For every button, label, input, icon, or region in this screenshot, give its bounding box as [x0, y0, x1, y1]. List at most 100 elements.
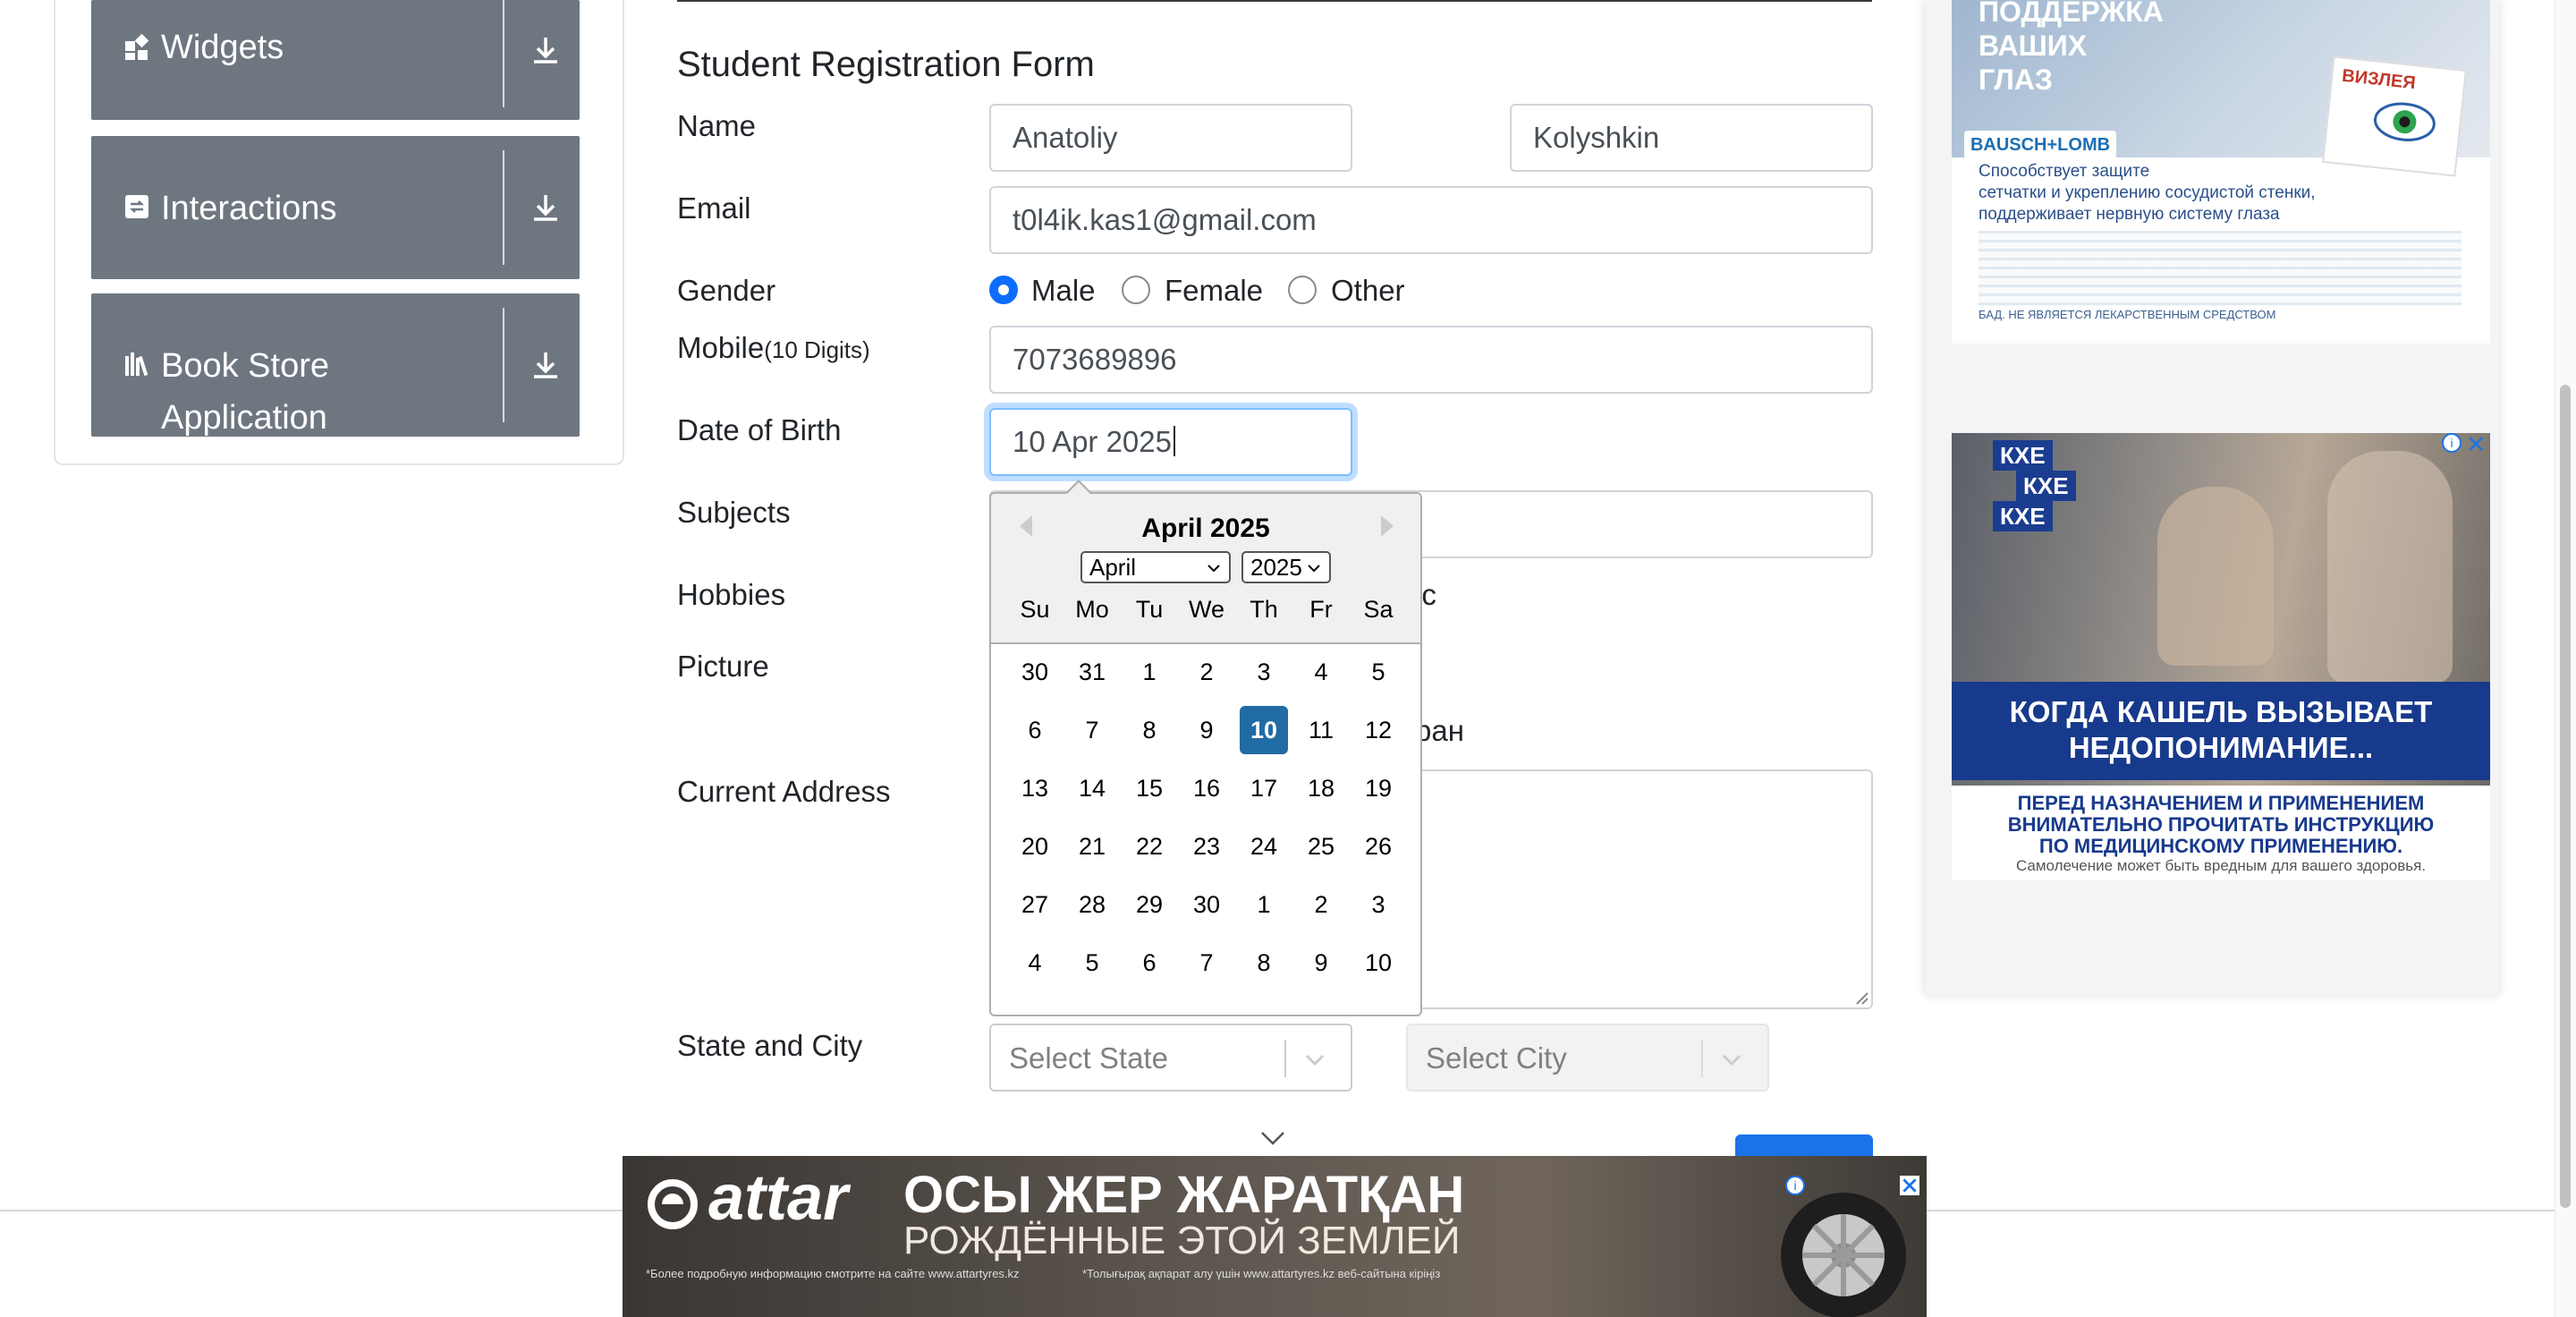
ad-headline-line: НЕДОПОНИМАНИЕ... — [2068, 731, 2374, 764]
calendar-day[interactable]: 11 — [1297, 706, 1345, 754]
calendar-day[interactable]: 30 — [1011, 648, 1059, 696]
calendar-day[interactable]: 1 — [1125, 648, 1174, 696]
calendar-day[interactable]: 4 — [1011, 939, 1059, 987]
bookstore-icon — [125, 353, 148, 377]
calendar-day[interactable]: 26 — [1354, 822, 1402, 871]
calendar-day[interactable]: 6 — [1011, 706, 1059, 754]
resize-handle-icon[interactable] — [1853, 990, 1869, 1006]
year-select[interactable]: 2025 — [1241, 551, 1331, 583]
sidebar-group-widgets[interactable]: Widgets — [91, 0, 580, 120]
calendar-day[interactable]: 8 — [1240, 939, 1288, 987]
next-month-icon[interactable] — [1381, 515, 1394, 537]
calendar-day[interactable]: 13 — [1011, 764, 1059, 812]
ad-body: ПЕРЕД НАЗНАЧЕНИЕМ И ПРИМЕНЕНИЕМ ВНИМАТЕЛ… — [1952, 793, 2490, 857]
calendar-day[interactable]: 24 — [1240, 822, 1288, 871]
calendar-day[interactable]: 30 — [1182, 880, 1231, 929]
calendar-day[interactable]: 1 — [1240, 880, 1288, 929]
calendar-day[interactable]: 14 — [1068, 764, 1116, 812]
ad-headline-line: ГЛАЗ — [1979, 64, 2053, 96]
calendar-day[interactable]: 19 — [1354, 764, 1402, 812]
divider — [503, 308, 504, 422]
calendar-day[interactable]: 7 — [1068, 706, 1116, 754]
scrollbar-thumb[interactable] — [2560, 385, 2571, 1208]
calendar-day[interactable]: 6 — [1125, 939, 1174, 987]
mobile-label-text: Mobile — [677, 331, 765, 364]
brand-logo: BAUSCH+LOMB — [1964, 131, 2116, 159]
ad-body-line: ВНИМАТЕЛЬНО ПРОЧИТАТЬ ИНСТРУКЦИЮ — [2007, 813, 2435, 836]
state-placeholder: Select State — [1009, 1041, 1168, 1075]
ad-banner-tyres[interactable]: attar ОСЫ ЖЕР ЖАРАТҚАН РОЖДЁННЫЕ ЭТОЙ ЗЕ… — [623, 1156, 1927, 1317]
gender-other-label[interactable]: Other — [1331, 274, 1405, 308]
gender-female-radio[interactable] — [1122, 276, 1150, 304]
calendar-day[interactable]: 22 — [1125, 822, 1174, 871]
gender-female-label[interactable]: Female — [1165, 274, 1263, 308]
download-icon[interactable] — [530, 191, 562, 224]
download-icon[interactable] — [530, 34, 562, 66]
calendar-day[interactable]: 10 — [1354, 939, 1402, 987]
datepicker-month-title: April 2025 — [1141, 514, 1270, 543]
gender-male-label[interactable]: Male — [1031, 274, 1096, 308]
calendar-day[interactable]: 5 — [1068, 939, 1116, 987]
first-name-input[interactable]: Anatoliy — [989, 104, 1352, 172]
state-select[interactable]: Select State — [989, 1024, 1352, 1092]
calendar-day[interactable]: 16 — [1182, 764, 1231, 812]
sidebar-group-interactions[interactable]: Interactions — [91, 136, 580, 279]
mobile-hint: (10 Digits) — [764, 336, 870, 363]
ad-figure — [2327, 451, 2453, 684]
chevron-down-icon[interactable] — [1259, 1129, 1286, 1147]
select-separator — [1284, 1040, 1286, 1077]
calendar-day[interactable]: 5 — [1354, 648, 1402, 696]
calendar-day[interactable]: 20 — [1011, 822, 1059, 871]
ad-info-icon[interactable]: i — [2442, 433, 2462, 453]
calendar-day[interactable]: 3 — [1354, 880, 1402, 929]
calendar-day[interactable]: 25 — [1297, 822, 1345, 871]
calendar-day[interactable]: 7 — [1182, 939, 1231, 987]
ad-tag: КХЕ — [1993, 440, 2053, 471]
calendar-day[interactable]: 3 — [1240, 648, 1288, 696]
address-label: Current Address — [677, 775, 891, 808]
calendar-day[interactable]: 2 — [1297, 880, 1345, 929]
ad-eye-vitamins[interactable]: ПОДДЕРЖКА ВАШИХ ГЛАЗ ВИЗЛЕЯ BAUSCH+LOMB … — [1952, 0, 2490, 344]
calendar-day[interactable]: 4 — [1297, 648, 1345, 696]
last-name-input[interactable]: Kolyshkin — [1510, 104, 1873, 172]
sidebar-clip — [91, 437, 580, 463]
ad-cough-medicine[interactable]: КХЕ КХЕ КХЕ i КОГДА КАШЕЛЬ ВЫЗЫВАЕТ НЕДО… — [1952, 433, 2490, 880]
interactions-icon — [125, 195, 148, 218]
label-line-1: Book Store — [161, 347, 329, 385]
calendar-day[interactable]: 9 — [1297, 939, 1345, 987]
calendar-day[interactable]: 2 — [1182, 648, 1231, 696]
calendar-day[interactable]: 10 — [1240, 706, 1288, 754]
ad-close-icon[interactable] — [2467, 435, 2485, 453]
calendar-day[interactable]: 15 — [1125, 764, 1174, 812]
gender-male-radio[interactable] — [989, 276, 1018, 304]
chevron-down-icon[interactable] — [1302, 1047, 1327, 1072]
month-select[interactable]: April — [1080, 551, 1231, 583]
calendar-day[interactable]: 17 — [1240, 764, 1288, 812]
widgets-icon — [125, 34, 149, 60]
ad-body-line: ПО МЕДИЦИНСКОМУ ПРИМЕНЕНИЮ. — [2038, 835, 2403, 857]
datepicker-popup: April 2025 April 2025 Su Mo Tu We Th Fr Sa 30 3… — [989, 492, 1422, 1016]
calendar-day[interactable]: 28 — [1068, 880, 1116, 929]
calendar-day[interactable]: 31 — [1068, 648, 1116, 696]
calendar-day[interactable]: 9 — [1182, 706, 1231, 754]
sidebar-group-label: Book Store Application — [161, 340, 501, 444]
attar-logo-icon — [648, 1179, 698, 1229]
ad-tag: КХЕ — [1993, 501, 2053, 531]
picture-label: Picture — [677, 650, 769, 683]
download-icon[interactable] — [530, 349, 562, 381]
ad-figure — [2157, 487, 2274, 666]
calendar-day[interactable]: 23 — [1182, 822, 1231, 871]
calendar-day[interactable]: 8 — [1125, 706, 1174, 754]
calendar-day[interactable]: 18 — [1297, 764, 1345, 812]
calendar-day[interactable]: 29 — [1125, 880, 1174, 929]
weekday-label: Su — [1020, 596, 1050, 623]
calendar-day[interactable]: 27 — [1011, 880, 1059, 929]
calendar-day[interactable]: 12 — [1354, 706, 1402, 754]
ad-headline: КОГДА КАШЕЛЬ ВЫЗЫВАЕТ НЕДОПОНИМАНИЕ... — [1952, 682, 2490, 780]
mobile-input[interactable]: 7073689896 — [989, 326, 1873, 394]
sidebar-group-book-store[interactable]: Book Store Application — [91, 293, 580, 437]
email-input[interactable]: t0l4ik.kas1@gmail.com — [989, 186, 1873, 254]
calendar-day[interactable]: 21 — [1068, 822, 1116, 871]
gender-other-radio[interactable] — [1288, 276, 1317, 304]
dob-input[interactable]: 10 Apr 2025 — [989, 408, 1352, 476]
